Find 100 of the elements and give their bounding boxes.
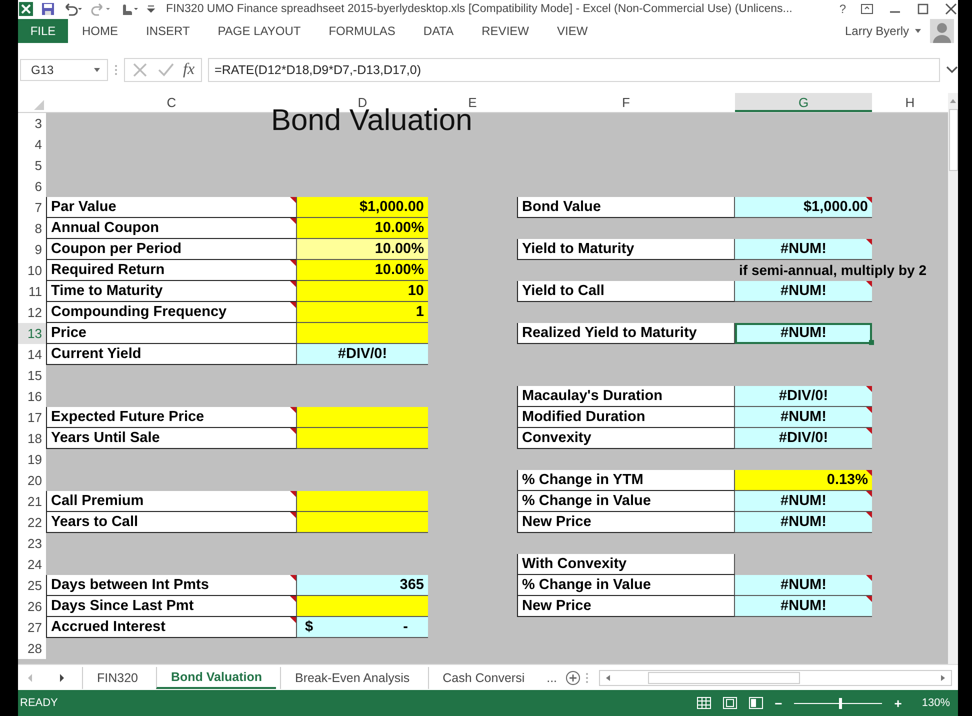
formula-field[interactable]: =RATE(D12*D18,D9*D7,-D13,D17,0) <box>208 58 940 82</box>
check-icon[interactable] <box>157 60 175 79</box>
zoom-slider[interactable] <box>794 698 882 709</box>
row-header[interactable]: 28 <box>18 638 46 659</box>
caret-icon[interactable] <box>914 26 922 35</box>
label-cell[interactable]: Years to Call <box>46 512 297 533</box>
row-header[interactable]: 22 <box>18 512 46 533</box>
fill-handle-icon[interactable] <box>869 340 874 345</box>
label-cell[interactable]: Price <box>46 322 297 344</box>
scroll-right-icon[interactable] <box>939 674 947 682</box>
label-cell[interactable]: % Change in Value <box>517 490 735 512</box>
scroll-thumb[interactable] <box>648 672 800 684</box>
label-cell[interactable]: Annual Coupon <box>46 218 297 239</box>
row-header[interactable]: 19 <box>18 448 46 470</box>
row-header[interactable]: 21 <box>18 490 46 512</box>
value-cell[interactable]: #NUM! <box>735 238 872 260</box>
save-icon[interactable] <box>40 0 56 17</box>
row-header[interactable]: 9 <box>18 238 46 260</box>
input-cell[interactable] <box>297 596 428 617</box>
label-cell[interactable]: Yield to Maturity <box>517 238 735 260</box>
row-header[interactable]: 7 <box>18 196 46 218</box>
input-cell[interactable]: $1,000.00 <box>297 196 428 218</box>
row-header[interactable]: 17 <box>18 406 46 428</box>
label-cell[interactable]: Days Since Last Pmt <box>46 596 297 617</box>
label-cell[interactable]: Days between Int Pmts <box>46 574 297 596</box>
input-cell[interactable] <box>297 406 428 428</box>
label-cell[interactable]: % Change in Value <box>517 574 735 596</box>
input-cell[interactable] <box>297 428 428 449</box>
ribbon-tab[interactable]: VIEW <box>542 18 602 43</box>
input-cell[interactable] <box>297 322 428 344</box>
page-layout-icon[interactable] <box>722 697 737 710</box>
add-sheet-icon[interactable] <box>565 670 582 686</box>
label-cell[interactable]: Current Yield <box>46 344 297 365</box>
label-cell[interactable]: Accrued Interest <box>46 616 297 638</box>
row-header[interactable]: 3 <box>18 112 46 134</box>
value-cell[interactable]: #NUM! <box>735 322 872 344</box>
zoom-level[interactable]: 130% <box>922 697 950 710</box>
insert-function-button[interactable]: fx <box>183 60 195 79</box>
avatar-icon[interactable] <box>930 18 954 43</box>
label-cell[interactable]: Macaulay's Duration <box>517 386 735 407</box>
label-cell[interactable]: New Price <box>517 512 735 533</box>
zoom-in-button[interactable]: + <box>894 696 902 711</box>
horizontal-scrollbar[interactable] <box>599 670 952 686</box>
value-cell[interactable]: #DIV/0! <box>735 386 872 407</box>
row-header[interactable]: 14 <box>18 344 46 365</box>
ribbon-tab[interactable]: FORMULAS <box>314 18 410 43</box>
label-cell[interactable]: Yield to Call <box>517 280 735 302</box>
ribbon-tab[interactable]: DATA <box>409 18 468 43</box>
input-cell[interactable]: 10.00% <box>297 260 428 281</box>
ribbon-display-icon[interactable] <box>860 2 874 16</box>
label-cell[interactable]: Years Until Sale <box>46 428 297 449</box>
row-header[interactable]: 8 <box>18 218 46 239</box>
row-header[interactable]: 25 <box>18 574 46 596</box>
value-cell[interactable]: #NUM! <box>735 406 872 428</box>
label-cell[interactable]: Realized Yield to Maturity <box>517 322 735 344</box>
row-header[interactable]: 26 <box>18 596 46 617</box>
input-cell[interactable]: 1 <box>297 302 428 323</box>
label-cell[interactable]: Coupon per Period <box>46 238 297 260</box>
row-header[interactable]: 20 <box>18 470 46 491</box>
label-cell[interactable]: Convexity <box>517 428 735 449</box>
label-cell[interactable]: % Change in YTM <box>517 470 735 491</box>
row-header[interactable]: 27 <box>18 616 46 638</box>
column-header[interactable]: G <box>735 92 872 112</box>
input-cell[interactable]: 10.00% <box>297 218 428 239</box>
value-cell[interactable]: #NUM! <box>735 574 872 596</box>
label-cell[interactable]: Bond Value <box>517 196 735 218</box>
row-header[interactable]: 4 <box>18 134 46 155</box>
vertical-scrollbar[interactable] <box>948 92 958 664</box>
input-cell[interactable]: 0.13% <box>735 470 872 491</box>
ribbon-tab[interactable]: INSERT <box>132 18 204 43</box>
more-sheets-button[interactable]: ... <box>542 670 562 685</box>
row-header[interactable]: 11 <box>18 280 46 302</box>
sheet-tab[interactable]: Bond Valuation <box>156 666 276 689</box>
file-menu-button[interactable]: FILE <box>18 18 68 43</box>
help-button[interactable]: ? <box>839 2 846 16</box>
caret-icon[interactable] <box>93 66 101 74</box>
zoom-out-button[interactable]: − <box>774 696 782 711</box>
next-sheet-icon[interactable] <box>58 672 66 683</box>
label-cell[interactable]: Par Value <box>46 196 297 218</box>
row-header[interactable]: 13 <box>18 322 46 344</box>
value-cell[interactable]: #DIV/0! <box>297 344 428 365</box>
input-cell[interactable]: 10.00% <box>297 238 428 260</box>
value-cell[interactable]: #NUM! <box>735 490 872 512</box>
ribbon-tab[interactable]: PAGE LAYOUT <box>204 18 315 43</box>
row-header[interactable]: 16 <box>18 386 46 407</box>
column-header[interactable]: H <box>872 92 948 112</box>
label-cell[interactable]: Expected Future Price <box>46 406 297 428</box>
name-box[interactable]: G13 <box>20 58 108 81</box>
ribbon-tab[interactable]: HOME <box>68 18 132 43</box>
slider-thumb[interactable] <box>839 698 842 709</box>
maximize-icon[interactable] <box>916 2 930 16</box>
row-header[interactable]: 10 <box>18 260 46 281</box>
label-cell[interactable]: Time to Maturity <box>46 280 297 302</box>
input-cell[interactable] <box>297 490 428 512</box>
input-cell[interactable] <box>297 512 428 533</box>
row-header[interactable]: 24 <box>18 554 46 575</box>
label-cell[interactable]: Modified Duration <box>517 406 735 428</box>
row-header[interactable]: 6 <box>18 176 46 197</box>
value-cell[interactable]: $1,000.00 <box>735 196 872 218</box>
value-cell[interactable]: #NUM! <box>735 512 872 533</box>
